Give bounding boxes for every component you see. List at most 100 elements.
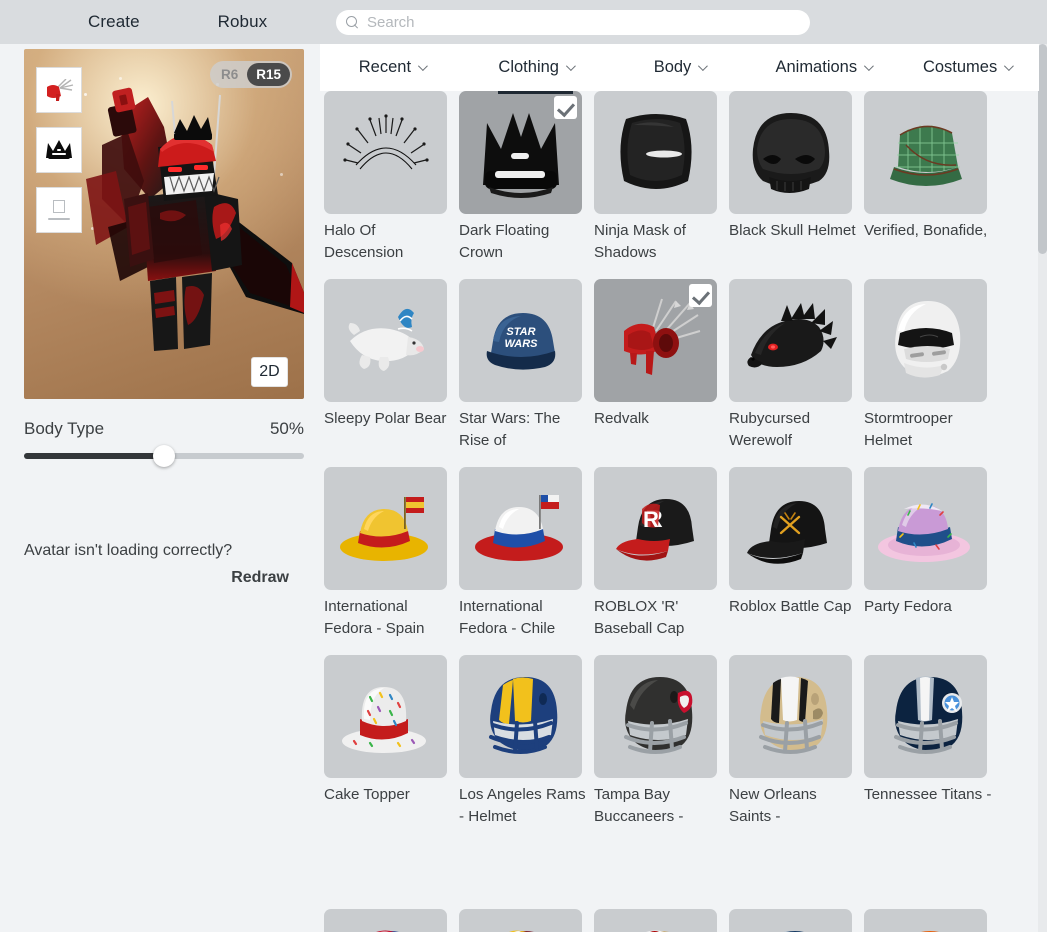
catalog-item-thumbnail[interactable]	[594, 279, 717, 402]
catalog-item-label[interactable]: Los Angeles Rams - Helmet	[459, 784, 590, 828]
catalog-item-thumbnail[interactable]	[594, 655, 717, 778]
nav-create-link[interactable]: Create	[74, 12, 154, 32]
catalog-item[interactable]: Halo Of Descension	[324, 91, 459, 279]
catalog-item-label[interactable]: International Fedora - Chile	[459, 596, 590, 640]
nav-robux-link[interactable]: Robux	[204, 12, 282, 32]
rig-type-toggle[interactable]: R6 R15	[209, 61, 292, 88]
catalog-item[interactable]: Cake Topper	[324, 655, 459, 843]
catalog-item-thumbnail[interactable]	[594, 91, 717, 214]
catalog-item-label[interactable]: Stormtrooper Helmet	[864, 408, 995, 452]
catalog-item-thumbnail[interactable]	[459, 91, 582, 214]
catalog-item-thumbnail[interactable]	[864, 279, 987, 402]
catalog-item-label[interactable]: Party Fedora	[864, 596, 995, 618]
catalog-item-thumbnail[interactable]	[324, 91, 447, 214]
chevron-down-icon	[565, 61, 576, 72]
redraw-button[interactable]: Redraw	[231, 569, 289, 587]
catalog-item[interactable]: Tampa Bay Buccaneers -	[594, 655, 729, 843]
catalog-item[interactable]: Party Fedora	[864, 467, 999, 655]
catalog-item[interactable]: New Orleans Saints -	[729, 655, 864, 843]
catalog-item[interactable]: Stormtrooper Helmet	[864, 279, 999, 467]
catalog-item-grid: Halo Of Descension Dark Floating Crown N…	[312, 91, 1047, 843]
catalog-item[interactable]: International Fedora - Spain	[324, 467, 459, 655]
avatar-preview-viewport[interactable]: R6 R15 2D	[24, 49, 304, 399]
catalog-item-label[interactable]: ROBLOX 'R' Baseball Cap	[594, 596, 725, 640]
catalog-item-label[interactable]: Ninja Mask of Shadows	[594, 220, 725, 264]
catalog-item-label[interactable]: New Orleans Saints -	[729, 784, 860, 828]
catalog-item-label[interactable]: Rubycursed Werewolf	[729, 408, 860, 452]
catalog-item-thumbnail[interactable]	[729, 467, 852, 590]
equipped-thumb-empty-hat-slot[interactable]	[36, 187, 82, 233]
page-scrollbar-thumb[interactable]	[1038, 44, 1047, 254]
catalog-item-label[interactable]: Verified, Bonafide,	[864, 220, 995, 242]
equipped-items-strip	[36, 67, 82, 247]
catalog-item[interactable]: Ninja Mask of Shadows	[594, 91, 729, 279]
catalog-item-thumbnail-clipped[interactable]: ny	[324, 909, 447, 932]
catalog-item[interactable]: Verified, Bonafide,	[864, 91, 999, 279]
catalog-item-thumbnail[interactable]	[459, 467, 582, 590]
catalog-item[interactable]: R R ROBLOX 'R' Baseball Cap	[594, 467, 729, 655]
catalog-item-thumbnail[interactable]	[729, 655, 852, 778]
catalog-panel: - HatNightwatch...MonsterHeadphones Rece…	[312, 44, 1047, 932]
catalog-item-label[interactable]: Roblox Battle Cap	[729, 596, 860, 618]
catalog-item[interactable]: Roblox Battle Cap	[729, 467, 864, 655]
tab-label: Animations	[775, 58, 858, 76]
tab-animations[interactable]: Animations	[751, 44, 895, 91]
avatar-loading-prompt: Avatar isn't loading correctly?	[24, 542, 233, 559]
body-type-slider[interactable]	[24, 445, 304, 467]
body-type-slider-fill	[24, 453, 164, 459]
rig-option-r6[interactable]: R6	[212, 63, 247, 86]
catalog-item-thumbnail-clipped[interactable]	[729, 909, 852, 932]
tab-costumes[interactable]: Costumes	[895, 44, 1039, 91]
catalog-item-label[interactable]: Tennessee Titans -	[864, 784, 995, 806]
catalog-item-thumbnail[interactable]	[459, 655, 582, 778]
catalog-item[interactable]: Los Angeles Rams - Helmet	[459, 655, 594, 843]
catalog-item-thumbnail-clipped[interactable]: SF	[594, 909, 717, 932]
catalog-item-thumbnail[interactable]	[729, 279, 852, 402]
avatar-editor-panel: R6 R15 2D Body Type 50% Avatar isn't loa…	[0, 44, 312, 932]
search-input[interactable]	[367, 14, 800, 31]
catalog-item[interactable]: Redvalk	[594, 279, 729, 467]
catalog-item-thumbnail[interactable]	[864, 91, 987, 214]
tab-label: Costumes	[922, 58, 998, 76]
catalog-item-thumbnail[interactable]	[864, 467, 987, 590]
catalog-item-thumbnail[interactable]	[729, 91, 852, 214]
body-type-slider-thumb[interactable]	[153, 445, 175, 467]
view-mode-2d-button[interactable]: 2D	[251, 357, 288, 387]
catalog-item-thumbnail[interactable]	[324, 467, 447, 590]
catalog-item-label[interactable]: Halo Of Descension	[324, 220, 455, 264]
rig-option-r15[interactable]: R15	[247, 63, 290, 86]
catalog-item[interactable]: STAR WARS Star Wars: The Rise of	[459, 279, 594, 467]
catalog-item-thumbnail[interactable]: STAR WARS	[459, 279, 582, 402]
catalog-item-label[interactable]: International Fedora - Spain	[324, 596, 455, 640]
catalog-item[interactable]: Black Skull Helmet	[729, 91, 864, 279]
tab-body[interactable]: Body	[608, 44, 752, 91]
catalog-item-thumbnail-clipped[interactable]	[864, 909, 987, 932]
catalog-item-thumbnail[interactable]	[864, 655, 987, 778]
catalog-item[interactable]: International Fedora - Chile	[459, 467, 594, 655]
catalog-item-thumbnail-clipped[interactable]	[459, 909, 582, 932]
equipped-thumb-redvalk[interactable]	[36, 67, 82, 113]
catalog-item-label[interactable]: Black Skull Helmet	[729, 220, 860, 242]
hat-outline-icon	[48, 200, 70, 220]
catalog-item-thumbnail[interactable]: R R	[594, 467, 717, 590]
catalog-item-label[interactable]: Cake Topper	[324, 784, 455, 806]
catalog-item[interactable]: Rubycursed Werewolf	[729, 279, 864, 467]
chevron-down-icon	[1004, 61, 1015, 72]
catalog-item[interactable]: Tennessee Titans -	[864, 655, 999, 843]
tab-recent[interactable]: Recent	[320, 44, 464, 91]
catalog-item-thumbnail[interactable]	[324, 655, 447, 778]
catalog-item[interactable]: Dark Floating Crown	[459, 91, 594, 279]
catalog-item-label[interactable]: Dark Floating Crown	[459, 220, 590, 264]
svg-text:R: R	[643, 507, 659, 532]
tab-clothing[interactable]: Clothing	[464, 44, 608, 94]
page-scrollbar-track[interactable]	[1038, 44, 1047, 932]
catalog-item-label[interactable]: Tampa Bay Buccaneers -	[594, 784, 725, 828]
checkmark-icon	[689, 284, 712, 307]
catalog-item-thumbnail[interactable]	[324, 279, 447, 402]
catalog-item-label[interactable]: Redvalk	[594, 408, 725, 430]
search-bar[interactable]	[336, 10, 810, 35]
equipped-thumb-dark-floating-crown[interactable]	[36, 127, 82, 173]
catalog-item-label[interactable]: Sleepy Polar Bear	[324, 408, 455, 430]
catalog-item-label[interactable]: Star Wars: The Rise of	[459, 408, 590, 452]
catalog-item[interactable]: Sleepy Polar Bear	[324, 279, 459, 467]
